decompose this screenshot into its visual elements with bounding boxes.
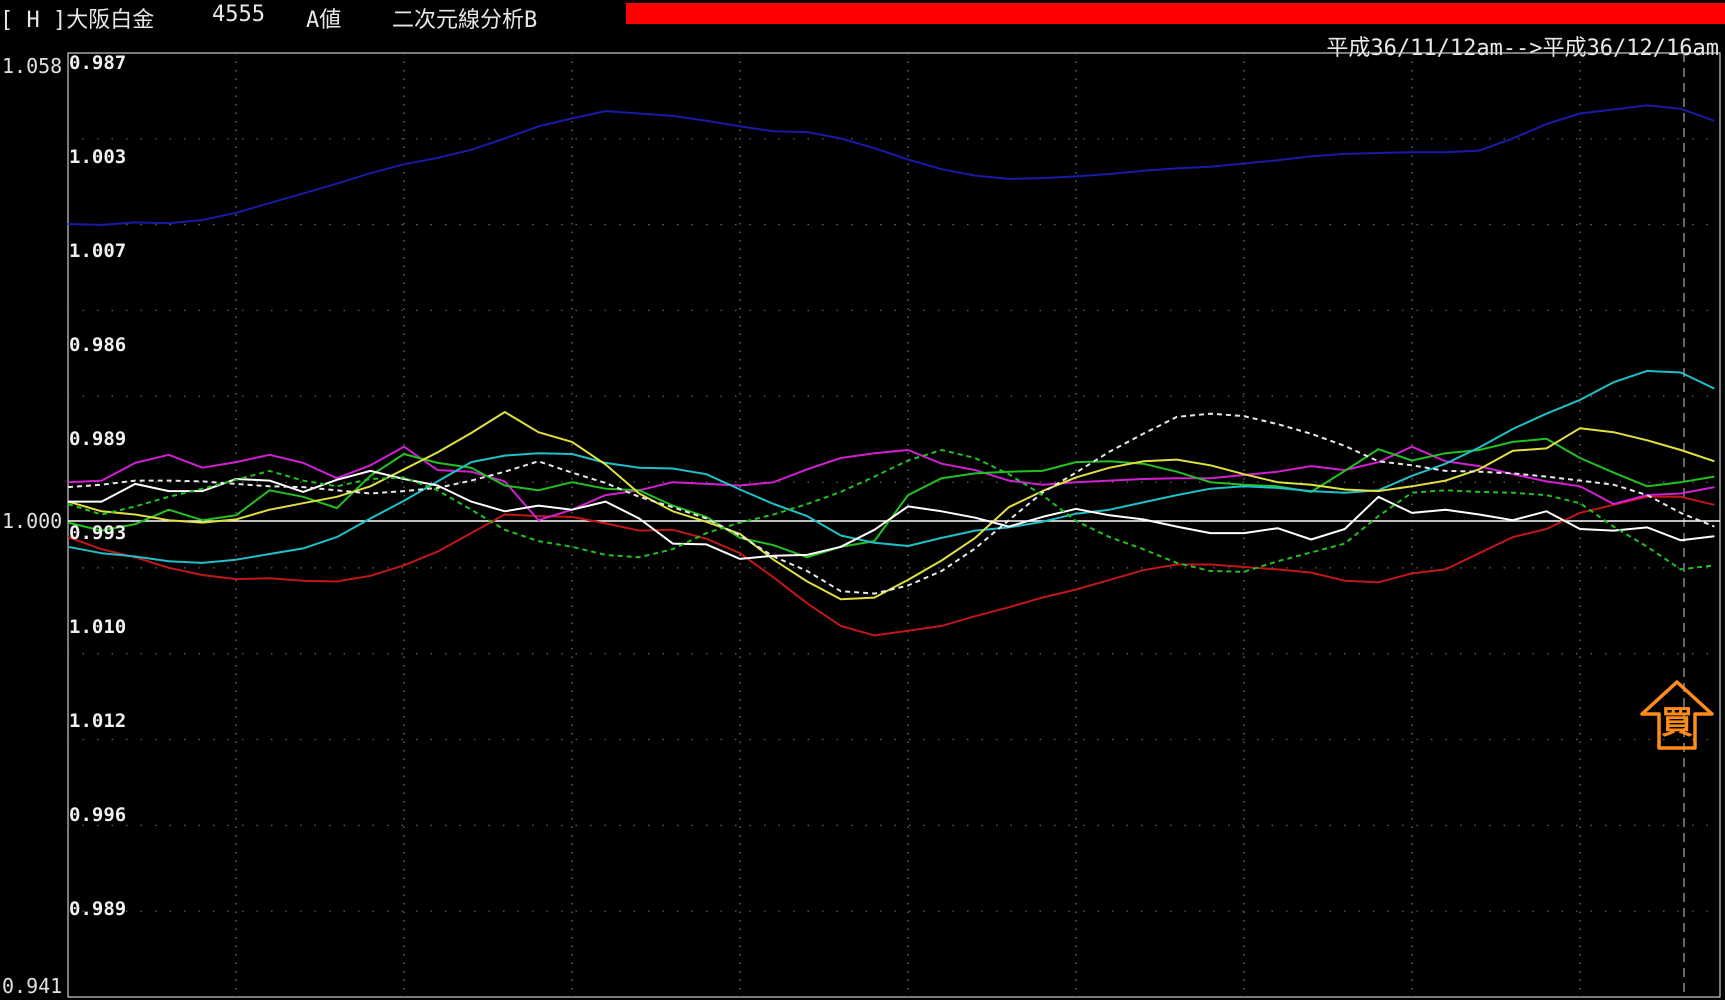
outer-axis-label: 1.058 bbox=[2, 54, 62, 78]
inner-axis-label: 1.007 bbox=[69, 240, 126, 262]
buy-signal[interactable]: 買 bbox=[1640, 680, 1714, 750]
series-line-1 bbox=[67, 104, 1715, 226]
inner-axis-label: 0.989 bbox=[69, 428, 126, 450]
inner-axis-label: 0.986 bbox=[69, 334, 126, 356]
series-line-4 bbox=[67, 437, 1715, 559]
outer-axis-label: 1.000 bbox=[2, 509, 62, 533]
inner-axis-label: 0.989 bbox=[69, 898, 126, 920]
buy-signal-label: 買 bbox=[1661, 703, 1693, 741]
inner-axis-label: 1.003 bbox=[69, 146, 126, 168]
series-line-8 bbox=[67, 412, 1715, 595]
inner-axis-label: 0.996 bbox=[69, 804, 126, 826]
series-line-6 bbox=[67, 411, 1715, 601]
plot-frame bbox=[67, 52, 1721, 998]
inner-axis-label: 1.012 bbox=[69, 710, 126, 732]
series-line-5 bbox=[67, 369, 1715, 564]
inner-axis-label: 0.993 bbox=[69, 522, 126, 544]
inner-axis-label: 0.987 bbox=[69, 52, 126, 74]
chart-grid bbox=[68, 53, 1720, 997]
axis-labels: 1.058 1.000 0.941 0.987 1.003 1.007 0.986 0.989… bbox=[2, 52, 126, 998]
chart-series-group bbox=[67, 104, 1715, 637]
series-line-7 bbox=[68, 469, 1715, 560]
line-chart: 1.058 1.000 0.941 0.987 1.003 1.007 0.986 0.989… bbox=[2, 52, 1721, 998]
inner-axis-label: 1.010 bbox=[69, 616, 126, 638]
outer-axis-label: 0.941 bbox=[2, 974, 62, 998]
